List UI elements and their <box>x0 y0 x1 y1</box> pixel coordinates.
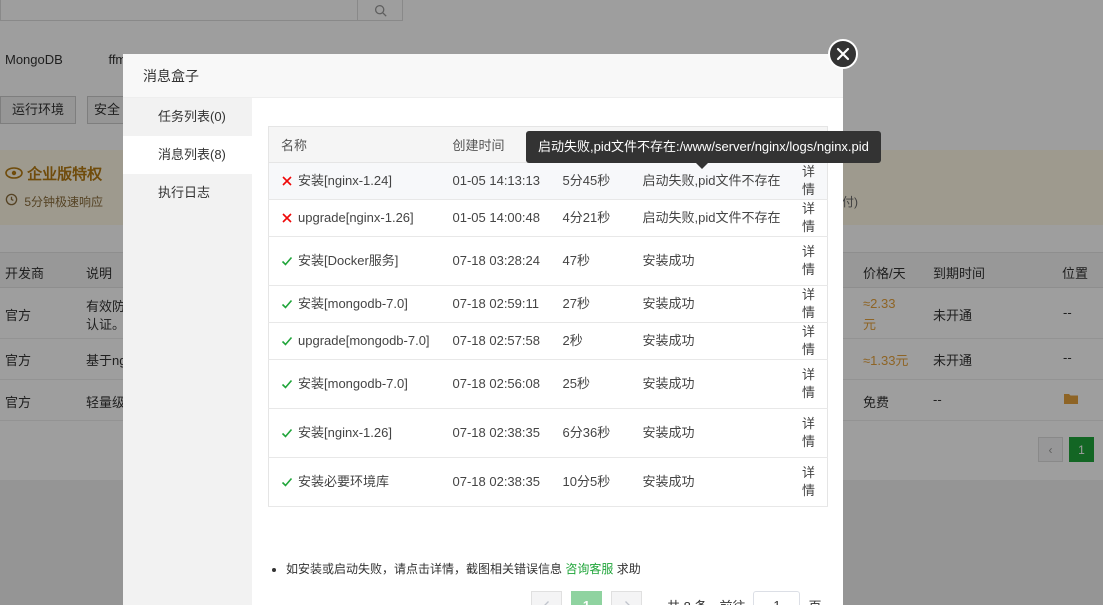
next-page-button[interactable] <box>611 590 642 605</box>
cell-created: 07-18 02:38:35 <box>440 457 551 507</box>
cell-name: upgrade[mongodb-7.0] <box>268 322 441 360</box>
check-icon <box>281 255 293 267</box>
task-name: 安装[mongodb-7.0] <box>298 296 408 311</box>
cell-duration: 4分21秒 <box>550 199 631 237</box>
cell-status: 安装成功 <box>630 285 781 323</box>
task-name: upgrade[mongodb-7.0] <box>298 333 430 348</box>
cell-created: 01-05 14:13:13 <box>440 162 551 200</box>
task-name: 安装必要环境库 <box>298 474 390 489</box>
detail-link[interactable]: 详情 <box>780 162 828 200</box>
check-icon <box>281 427 293 439</box>
task-name: 安装[nginx-1.24] <box>298 173 392 188</box>
dialog-title: 消息盒子 <box>143 67 199 84</box>
cross-icon <box>281 175 293 187</box>
check-icon <box>281 378 293 390</box>
detail-link[interactable]: 详情 <box>780 457 828 507</box>
table-row: 安装[mongodb-7.0] 07-18 02:56:08 25秒 安装成功 详情 <box>268 359 828 409</box>
cell-name: 安装必要环境库 <box>268 457 441 507</box>
page-suffix: 页 <box>808 596 821 605</box>
chevron-left-icon <box>543 601 549 605</box>
sidebar-item-exec-log[interactable]: 执行日志 <box>123 174 252 212</box>
cell-duration: 25秒 <box>550 359 631 409</box>
note-text: 如安装或启动失败，请点击详情，截图相关错误信息 <box>286 562 563 576</box>
table-row: upgrade[mongodb-7.0] 07-18 02:57:58 2秒 安装成功… <box>268 322 828 360</box>
table-row: 安装[nginx-1.26] 07-18 02:38:35 6分36秒 安装成功 详情 <box>268 408 828 458</box>
table-row: 安装[nginx-1.24] 01-05 14:13:13 5分45秒 启动失败,pi… <box>268 162 828 200</box>
note-text-after: 求助 <box>616 562 641 576</box>
help-note: 如安装或启动失败，请点击详情，截图相关错误信息 咨询客服 求助 <box>272 560 641 577</box>
total-count: 共 8 条 <box>667 596 707 605</box>
cell-status: 安装成功 <box>630 408 781 458</box>
task-name: 安装[mongodb-7.0] <box>298 376 408 391</box>
dialog-header: 消息盒子 <box>123 54 843 98</box>
check-icon <box>281 335 293 347</box>
cell-status: 安装成功 <box>630 236 781 286</box>
page-button-current[interactable]: 1 <box>571 590 602 605</box>
cell-status: 安装成功 <box>630 457 781 507</box>
cell-name: 安装[nginx-1.24] <box>268 162 441 200</box>
cell-created: 07-18 02:57:58 <box>440 322 551 360</box>
detail-link[interactable]: 详情 <box>780 408 828 458</box>
task-name: 安装[Docker服务] <box>298 253 399 268</box>
pagination: 1 共 8 条 前往 页 <box>531 590 822 605</box>
table-row: 安装[Docker服务] 07-18 03:28:24 47秒 安装成功 详情 <box>268 236 828 286</box>
cell-duration: 27秒 <box>550 285 631 323</box>
cell-duration: 47秒 <box>550 236 631 286</box>
cell-duration: 5分45秒 <box>550 162 631 200</box>
goto-page-input[interactable] <box>753 590 801 605</box>
cell-duration: 6分36秒 <box>550 408 631 458</box>
sidebar-item-message-list[interactable]: 消息列表(8) <box>123 136 252 174</box>
th-name: 名称 <box>268 126 441 163</box>
bullet-dot <box>272 567 276 572</box>
goto-label: 前往 <box>719 596 745 605</box>
cell-name: 安装[mongodb-7.0] <box>268 285 441 323</box>
task-name: 安装[nginx-1.26] <box>298 425 392 440</box>
cell-status: 启动失败,pid文件不存在 <box>630 199 781 237</box>
detail-link[interactable]: 详情 <box>780 322 828 360</box>
cell-status: 安装成功 <box>630 359 781 409</box>
sidebar-item-task-list[interactable]: 任务列表(0) <box>123 98 252 136</box>
cross-icon <box>281 212 293 224</box>
cell-created: 07-18 03:28:24 <box>440 236 551 286</box>
cell-name: 安装[mongodb-7.0] <box>268 359 441 409</box>
close-icon <box>836 47 850 61</box>
prev-page-button[interactable] <box>531 590 562 605</box>
close-dialog-button[interactable] <box>828 39 858 69</box>
detail-link[interactable]: 详情 <box>780 236 828 286</box>
cell-created: 07-18 02:56:08 <box>440 359 551 409</box>
detail-link[interactable]: 详情 <box>780 359 828 409</box>
cell-created: 01-05 14:00:48 <box>440 199 551 237</box>
table-row: 安装必要环境库 07-18 02:38:35 10分5秒 安装成功 详情 <box>268 457 828 507</box>
table-row: 安装[mongodb-7.0] 07-18 02:59:11 27秒 安装成功 详情 <box>268 285 828 323</box>
task-name: upgrade[nginx-1.26] <box>298 210 414 225</box>
detail-link[interactable]: 详情 <box>780 285 828 323</box>
cell-duration: 2秒 <box>550 322 631 360</box>
status-tooltip: 启动失败,pid文件不存在:/www/server/nginx/logs/ngi… <box>526 131 881 169</box>
table-row: upgrade[nginx-1.26] 01-05 14:00:48 4分21秒 启动… <box>268 199 828 237</box>
cell-created: 07-18 02:38:35 <box>440 408 551 458</box>
chevron-right-icon <box>624 601 630 605</box>
cell-status: 安装成功 <box>630 322 781 360</box>
message-table: 名称 创建时间 安装[nginx-1.24] 01-05 14:13:13 5分45… <box>268 126 828 507</box>
dialog-sidebar: 任务列表(0) 消息列表(8) 执行日志 <box>123 98 252 605</box>
check-icon <box>281 476 293 488</box>
cell-name: 安装[Docker服务] <box>268 236 441 286</box>
detail-link[interactable]: 详情 <box>780 199 828 237</box>
check-icon <box>281 298 293 310</box>
cell-duration: 10分5秒 <box>550 457 631 507</box>
contact-support-link[interactable]: 咨询客服 <box>565 562 613 576</box>
dialog-content: 名称 创建时间 安装[nginx-1.24] 01-05 14:13:13 5分45… <box>252 98 843 605</box>
cell-name: upgrade[nginx-1.26] <box>268 199 441 237</box>
cell-name: 安装[nginx-1.26] <box>268 408 441 458</box>
cell-created: 07-18 02:59:11 <box>440 285 551 323</box>
